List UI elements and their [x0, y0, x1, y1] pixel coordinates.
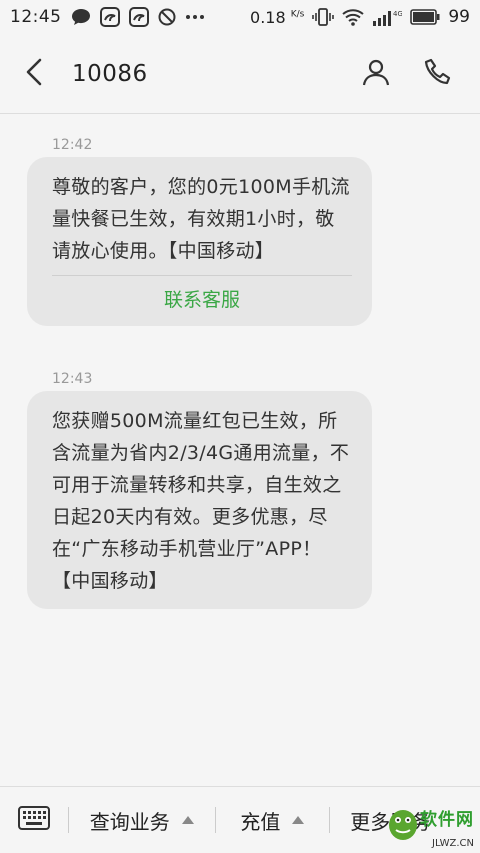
menu-query-services[interactable]: 查询业务 [69, 787, 215, 853]
signal-icon: 4G [372, 8, 402, 26]
battery-icon [410, 9, 440, 25]
network-speed: 0.18 K/s [250, 8, 304, 27]
uc-browser-icon [99, 7, 120, 27]
uc-browser-icon [128, 7, 149, 27]
back-arrow-icon [25, 58, 43, 90]
battery-percent: 99 [448, 7, 470, 27]
watermark-domain: JLWZ.CN [432, 838, 474, 849]
phone-icon [424, 58, 452, 90]
network-type: 4G [393, 10, 402, 18]
contact-button[interactable] [356, 54, 396, 94]
sms-conversation-screen: 12:45 0.18 K/s 4G 99 10086 12:42 尊敬的客户，您… [0, 0, 480, 853]
menu-recharge[interactable]: 充值 [216, 787, 330, 853]
header-actions [356, 54, 458, 94]
contact-person-icon [362, 58, 390, 90]
message-text: 您获赠500M流量红包已生效，所含流量为省内2/3/4G通用流量，不可用于流量转… [52, 410, 350, 592]
do-not-disturb-icon [158, 8, 176, 26]
status-bar-left: 12:45 [10, 7, 205, 27]
watermark-logo: 软件网 JLWZ.CN [386, 799, 478, 851]
call-button[interactable] [418, 54, 458, 94]
back-button[interactable] [4, 34, 64, 114]
network-speed-unit: K/s [290, 9, 305, 20]
chat-bubble-icon [71, 8, 91, 26]
wifi-icon [342, 8, 364, 26]
menu-label: 充值 [240, 809, 281, 834]
conversation-header: 10086 [0, 34, 480, 114]
android-mascot-icon [386, 803, 420, 847]
message-bubble[interactable]: 尊敬的客户，您的0元100M手机流量快餐已生效，有效期1小时，敬请放心使用。【中… [27, 157, 372, 326]
menu-label: 查询业务 [89, 809, 170, 834]
keyboard-icon [17, 806, 50, 834]
status-bar-right: 0.18 K/s 4G 99 [250, 7, 470, 27]
contact-name: 10086 [72, 60, 148, 87]
network-speed-value: 0.18 [250, 7, 286, 27]
status-bar: 12:45 0.18 K/s 4G 99 [0, 0, 480, 34]
contact-service-link[interactable]: 联系客服 [52, 276, 352, 314]
keyboard-toggle-button[interactable] [0, 787, 68, 853]
message-timestamp: 12:43 [52, 371, 93, 387]
message-text: 尊敬的客户，您的0元100M手机流量快餐已生效，有效期1小时，敬请放心使用。【中… [52, 176, 350, 262]
message-timestamp: 12:42 [52, 137, 93, 153]
message-bubble[interactable]: 您获赠500M流量红包已生效，所含流量为省内2/3/4G通用流量，不可用于流量转… [27, 391, 372, 609]
watermark-text: 软件网 [420, 810, 474, 830]
caret-up-icon [292, 816, 305, 824]
more-dots-icon [185, 14, 205, 20]
vibrate-icon [312, 8, 335, 26]
caret-up-icon [181, 816, 194, 824]
status-time: 12:45 [10, 7, 62, 27]
message-list: 12:42 尊敬的客户，您的0元100M手机流量快餐已生效，有效期1小时，敬请放… [0, 115, 480, 785]
